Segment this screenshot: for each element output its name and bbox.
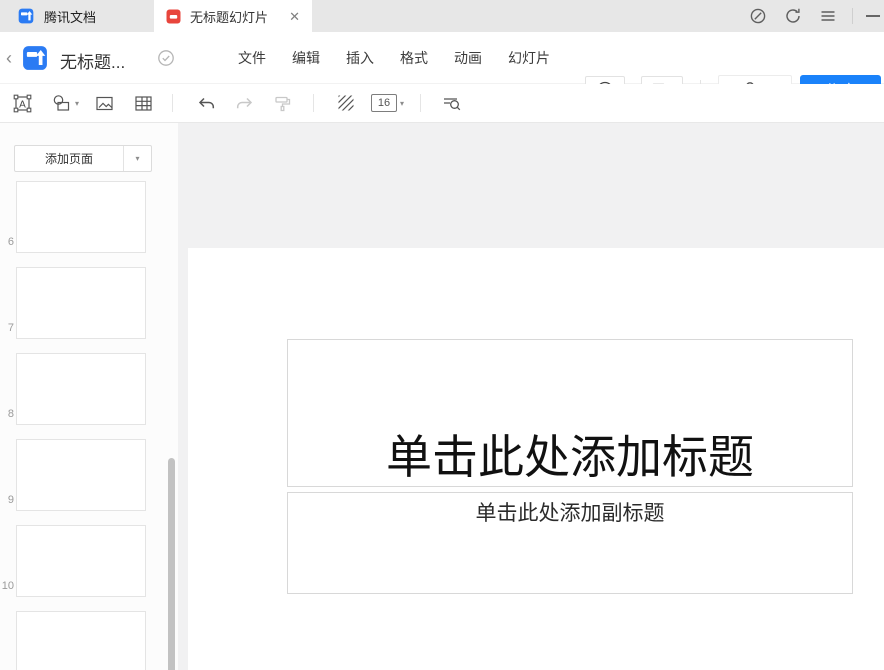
menu-animation[interactable]: 动画 — [454, 48, 482, 68]
subtitle-placeholder[interactable]: 单击此处添加副标题 — [287, 492, 853, 594]
menu-file[interactable]: 文件 — [238, 48, 266, 68]
toolbar-divider — [172, 94, 173, 112]
shape-icon[interactable] — [50, 92, 72, 114]
background-fill-icon[interactable] — [335, 92, 357, 114]
tab-tencent-docs[interactable]: 腾讯文档 — [18, 0, 96, 32]
add-page-button[interactable]: 添加页面 ▾ — [14, 145, 152, 172]
menu-slide[interactable]: 幻灯片 — [508, 48, 550, 68]
doc-logo-icon[interactable] — [22, 45, 48, 71]
slide-thumbnail-list: 6 7 8 9 10 — [0, 181, 166, 670]
slide-number: 6 — [0, 236, 16, 248]
doc-tab-label: 无标题幻灯片 — [190, 7, 280, 26]
slide-number: 8 — [0, 408, 16, 420]
tab-untitled-slides[interactable]: 无标题幻灯片 ✕ — [154, 0, 312, 32]
add-page-label: 添加页面 — [15, 146, 123, 171]
back-icon[interactable]: ‹ — [6, 49, 12, 67]
add-page-dropdown-icon[interactable]: ▾ — [123, 146, 151, 171]
browser-tab-bar: 腾讯文档 无标题幻灯片 ✕ — [0, 0, 884, 32]
tab-bar-actions — [747, 0, 884, 32]
slide-thumbnail[interactable] — [16, 439, 146, 511]
feedback-icon[interactable] — [747, 5, 769, 27]
tab-bar-divider — [852, 8, 853, 24]
menu-edit[interactable]: 编辑 — [292, 48, 320, 68]
app-tab-label: 腾讯文档 — [44, 7, 96, 26]
document-title[interactable]: 无标题... — [60, 48, 125, 73]
image-icon[interactable] — [93, 92, 115, 114]
slide-thumbnail-row: 8 — [0, 353, 166, 425]
slide-thumbnail[interactable] — [16, 525, 146, 597]
slide-thumbnail-row: 10 — [0, 525, 166, 597]
slide-thumbnail[interactable] — [16, 611, 146, 670]
document-header: ‹ 无标题... 文件 编辑 插入 格式 动画 幻灯片 — [0, 32, 884, 84]
tencent-docs-logo-icon — [18, 8, 34, 24]
title-placeholder-text: 单击此处添加标题 — [386, 431, 754, 486]
slide-thumbnail-row: 6 — [0, 181, 166, 253]
slides-file-icon — [166, 9, 181, 24]
menu-format[interactable]: 格式 — [400, 48, 428, 68]
toolbar-divider — [313, 94, 314, 112]
slide-canvas: 单击此处添加标题 单击此处添加副标题 — [178, 123, 884, 670]
slide-thumbnail-row — [0, 611, 166, 670]
slide-number: 9 — [0, 494, 16, 506]
undo-icon[interactable] — [195, 92, 217, 114]
shape-dropdown-icon[interactable]: ▾ — [75, 99, 79, 108]
slides-panel: 添加页面 ▾ 6 7 8 9 10 — [0, 123, 178, 670]
svg-text:A: A — [19, 99, 26, 110]
slide-thumbnail[interactable] — [16, 181, 146, 253]
table-icon[interactable] — [132, 92, 154, 114]
subtitle-placeholder-text: 单击此处添加副标题 — [476, 493, 665, 527]
main-area: 添加页面 ▾ 6 7 8 9 10 单击此处添加标题 单击此处添加副标题 — [0, 123, 884, 670]
toolbar-divider — [420, 94, 421, 112]
redo-icon[interactable] — [233, 92, 255, 114]
slide-number: 7 — [0, 322, 16, 334]
slide-thumbnail[interactable] — [16, 267, 146, 339]
find-replace-icon[interactable] — [440, 92, 462, 114]
sidebar-scrollbar[interactable] — [168, 458, 175, 670]
toolbar: A ▾ — [0, 84, 884, 123]
slide-thumbnail-row: 9 — [0, 439, 166, 511]
slide-thumbnail[interactable] — [16, 353, 146, 425]
slide-editor-surface[interactable]: 单击此处添加标题 单击此处添加副标题 — [188, 248, 884, 670]
tab-close-icon[interactable]: ✕ — [289, 10, 300, 23]
slide-size-selector[interactable]: 16 — [371, 94, 397, 112]
slide-number: 10 — [0, 580, 16, 592]
refresh-icon[interactable] — [782, 5, 804, 27]
slide-size-dropdown-icon[interactable]: ▾ — [400, 99, 404, 108]
title-placeholder[interactable]: 单击此处添加标题 — [287, 339, 853, 487]
slide-thumbnail-row: 7 — [0, 267, 166, 339]
app-window: 腾讯文档 无标题幻灯片 ✕ — [0, 0, 884, 670]
menu-bar: 文件 编辑 插入 格式 动画 幻灯片 — [238, 32, 550, 84]
minimize-icon[interactable] — [866, 7, 884, 25]
text-box-icon[interactable]: A — [11, 92, 33, 114]
menu-icon[interactable] — [817, 5, 839, 27]
format-painter-icon[interactable] — [271, 92, 293, 114]
save-status-icon — [157, 49, 175, 67]
menu-insert[interactable]: 插入 — [346, 48, 374, 68]
